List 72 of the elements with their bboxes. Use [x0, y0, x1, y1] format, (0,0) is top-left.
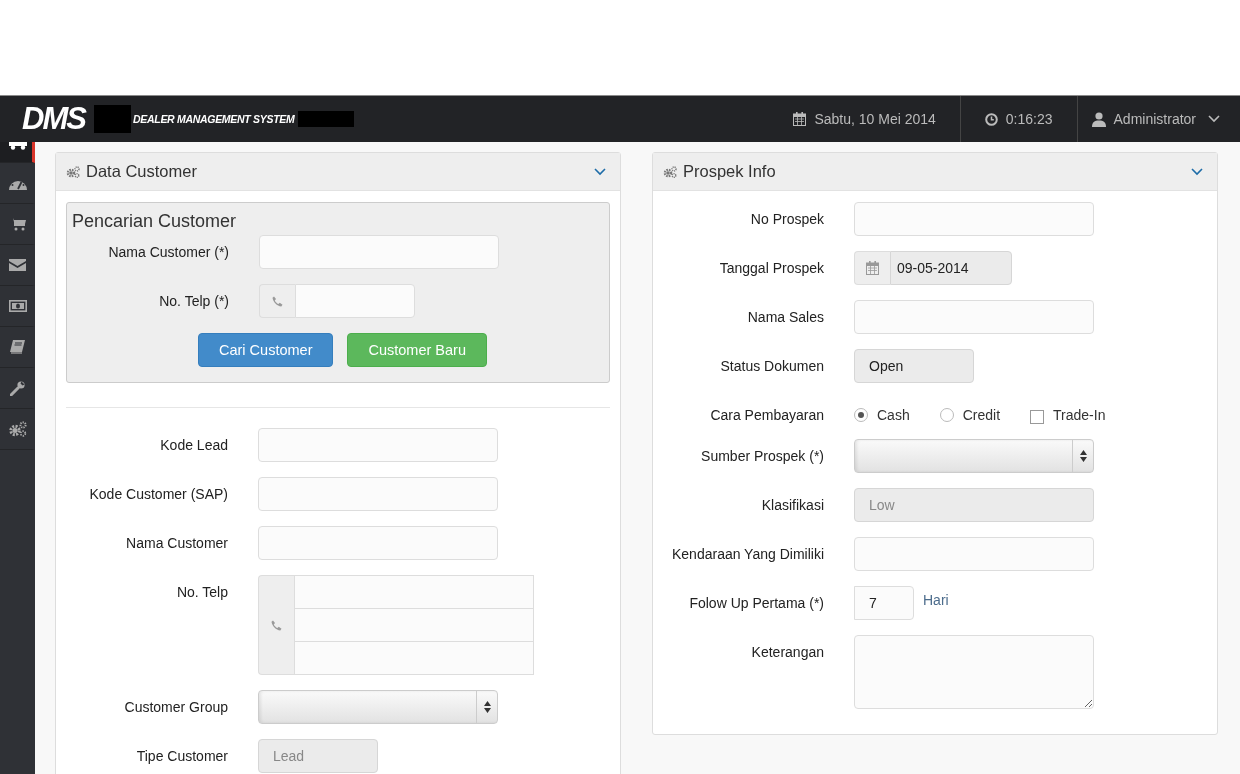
field-label: No Prospek [749, 210, 824, 228]
field-label: Nama Customer (*) [107, 243, 229, 261]
unit-label: Hari [923, 591, 949, 608]
field-label: Tanggal Prospek [718, 259, 824, 277]
gears-icon [663, 165, 677, 178]
radio-option[interactable]: Credit [939, 407, 1001, 423]
field-label: Tipe Customer [135, 747, 228, 765]
text-field[interactable] [258, 526, 498, 560]
field-label: No. Telp (*) [158, 292, 229, 310]
section-title: Pencarian Customer [72, 211, 238, 232]
gears-icon [8, 421, 27, 437]
panel-title: Data Customer [86, 162, 197, 181]
user-menu[interactable]: Administrator [1076, 96, 1240, 142]
user-icon [1091, 111, 1106, 127]
field-label: Cara Pembayaran [709, 406, 824, 424]
gears-icon [66, 165, 80, 178]
field-label: Status Dokumen [719, 357, 824, 375]
field-label: Nama Sales [746, 308, 824, 326]
calendar-icon [793, 112, 807, 126]
text-field[interactable] [258, 428, 498, 462]
field-label: Sumber Prospek (*) [700, 447, 824, 465]
text-field[interactable] [259, 235, 499, 269]
phone-field[interactable] [294, 608, 534, 642]
envelope-icon [9, 259, 26, 271]
redaction-block [94, 105, 131, 133]
sidebar-item[interactable] [0, 142, 35, 163]
text-field[interactable]: Lead [258, 739, 378, 773]
text-field[interactable] [854, 537, 1094, 571]
logo: DMS [22, 101, 87, 137]
checkbox-option[interactable]: Trade-In [1030, 406, 1106, 424]
date-field[interactable]: 09-05-2014 [890, 251, 1012, 285]
text-field[interactable]: Low [854, 488, 1094, 522]
date-text: Sabtu, 10 Mei 2014 [814, 111, 936, 127]
phone-icon [271, 619, 282, 631]
field-label: Folow Up Pertama (*) [688, 594, 824, 612]
phone-field[interactable] [294, 575, 534, 609]
chevron-down-icon [1191, 167, 1203, 176]
field-label: Keterangan [750, 643, 824, 661]
phone-field[interactable] [295, 284, 415, 318]
panel-title: Prospek Info [683, 162, 776, 181]
search-button[interactable]: Cari Customer [198, 333, 334, 367]
notes-field[interactable] [854, 635, 1094, 709]
clock-icon [984, 112, 998, 126]
field-label: Customer Group [123, 698, 228, 716]
select-field[interactable] [258, 690, 498, 724]
field-label: Kode Customer (SAP) [88, 485, 228, 503]
text-field[interactable]: Open [854, 349, 974, 383]
updown-arrow-icon [483, 701, 491, 713]
calendar-icon [866, 261, 879, 275]
truck-icon [8, 142, 27, 150]
select-field[interactable] [854, 439, 1094, 473]
text-field[interactable] [854, 202, 1094, 236]
chevron-down-icon [594, 167, 606, 176]
book-icon [10, 340, 25, 354]
number-field[interactable]: 7 [854, 586, 914, 620]
updown-arrow-icon [1079, 450, 1087, 462]
banknote-icon [8, 300, 27, 312]
redaction-block [298, 111, 355, 127]
text-field[interactable] [258, 477, 498, 511]
chevron-down-icon [1208, 115, 1220, 123]
field-label: Klasifikasi [760, 496, 824, 514]
field-label: Nama Customer [125, 534, 228, 552]
text-field[interactable] [854, 300, 1094, 334]
field-label: No. Telp [175, 583, 228, 601]
system-name: DEALER MANAGEMENT SYSTEM [133, 113, 295, 125]
wrench-icon [10, 380, 25, 396]
radio-option[interactable]: Cash [854, 407, 910, 423]
phone-field[interactable] [294, 641, 534, 675]
phone-icon [272, 295, 283, 307]
field-label: Kode Lead [159, 436, 228, 454]
time-text: 0:16:23 [1005, 111, 1053, 127]
field-label: Kendaraan Yang Dimiliki [671, 545, 824, 563]
